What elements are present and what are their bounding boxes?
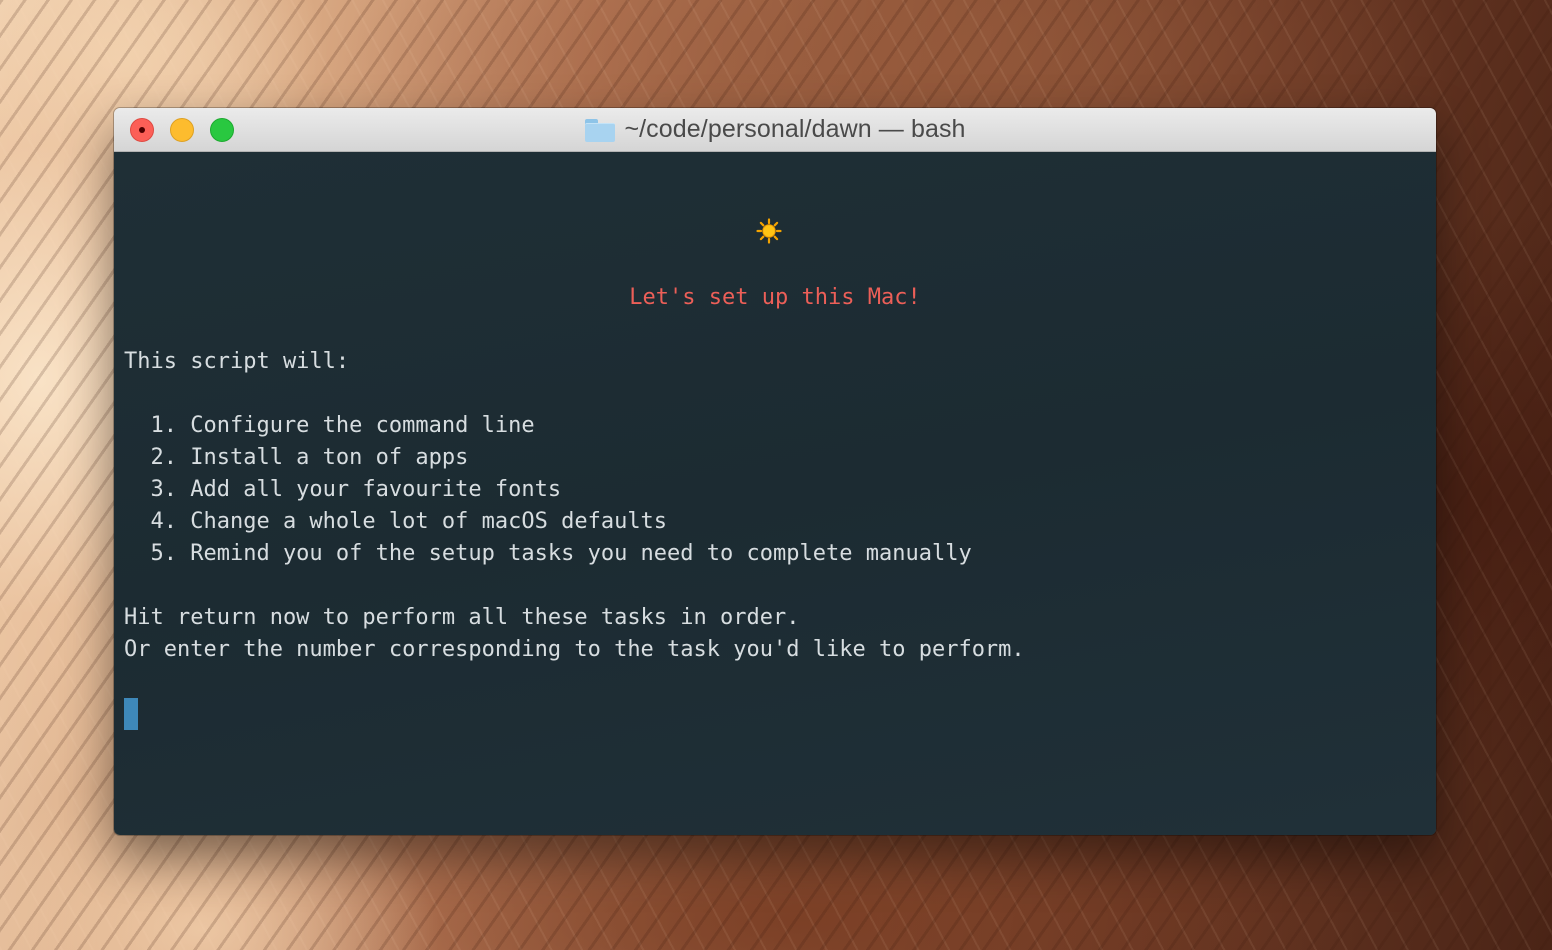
terminal-window[interactable]: ~/code/personal/dawn — bash Let's set up… (114, 108, 1436, 835)
task-item: 1. Configure the command line (124, 413, 535, 438)
task-item: 5. Remind you of the setup tasks you nee… (124, 541, 972, 566)
heading-text: Let's set up this Mac! (629, 285, 921, 310)
intro-text: This script will: (124, 349, 350, 374)
task-item: 4. Change a whole lot of macOS defaults (124, 509, 668, 534)
window-title-group: ~/code/personal/dawn — bash (114, 108, 1436, 151)
folder-icon[interactable] (584, 118, 616, 142)
title-bar[interactable]: ~/code/personal/dawn — bash (114, 108, 1436, 152)
prompt-line: Hit return now to perform all these task… (124, 605, 800, 630)
text-cursor[interactable] (124, 698, 138, 730)
task-item: 2. Install a ton of apps (124, 445, 469, 470)
task-item: 3. Add all your favourite fonts (124, 477, 562, 502)
sun-icon (756, 218, 782, 244)
prompt-line: Or enter the number corresponding to the… (124, 637, 1025, 662)
terminal-content[interactable]: Let's set up this Mac! This script will:… (114, 152, 1436, 835)
window-title: ~/code/personal/dawn — bash (624, 115, 966, 143)
